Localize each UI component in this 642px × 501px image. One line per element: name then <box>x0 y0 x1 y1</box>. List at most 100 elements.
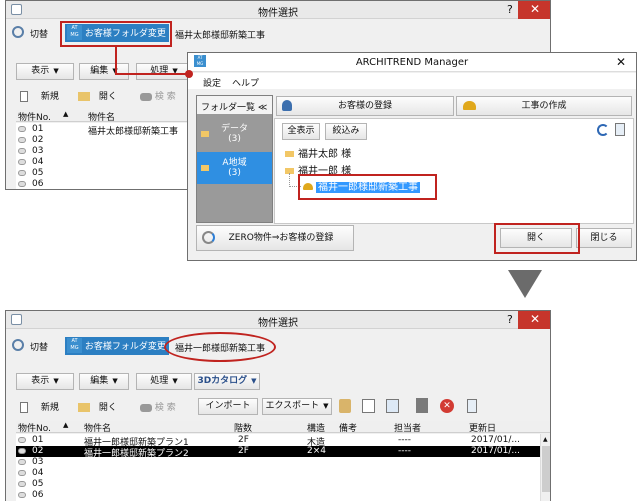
property-icon <box>18 148 26 154</box>
connector-dot <box>185 70 193 78</box>
folder-list-header[interactable]: フォルダ一覧 ≪ <box>197 96 272 114</box>
open-folder-icon <box>78 403 90 412</box>
compare-icon[interactable] <box>386 399 399 413</box>
folder-item-data[interactable]: データ (3) <box>197 118 272 150</box>
create-project-button[interactable]: 工事の作成 <box>456 96 632 116</box>
add-person-icon <box>282 100 292 111</box>
header-name[interactable]: 物件名 <box>88 110 115 123</box>
scrollbar-thumb[interactable] <box>542 446 550 492</box>
menu-view[interactable]: 表示 ▼ <box>16 373 74 390</box>
connector-line <box>115 73 187 75</box>
menu-edit-label: 編集 <box>90 66 109 76</box>
table-row[interactable]: 05 <box>16 479 540 490</box>
close-button[interactable]: ✕ <box>518 1 550 19</box>
header-no[interactable]: 物件No. <box>18 110 51 123</box>
open-folder-icon <box>78 92 90 101</box>
cell-no: 03 <box>32 457 44 467</box>
title-bar: 物件選択 ? ✕ <box>6 311 550 329</box>
customer-tree-panel: 全表示 絞込み 福井太郎 様 福井一郎 様 福井一郎様邸新築工事 <box>274 118 634 224</box>
close-dialog-button[interactable]: 閉じる <box>576 228 632 248</box>
property-icon <box>18 470 26 476</box>
table-row[interactable]: 03 <box>16 457 540 468</box>
cell-updated: 2017/01/... <box>471 435 521 445</box>
property-icon <box>18 137 26 143</box>
table-row[interactable]: 06 <box>16 490 540 501</box>
folder-item-region[interactable]: A地域 (3) <box>197 152 272 184</box>
scroll-up-icon[interactable]: ▲ <box>543 436 548 443</box>
clipboard-icon[interactable] <box>416 398 428 413</box>
tool-open-label: 開く <box>98 92 117 102</box>
cell-no: 05 <box>32 168 44 178</box>
property-icon <box>18 481 26 487</box>
tree-customer-1[interactable]: 福井太郎 様 <box>285 145 351 160</box>
header-structure[interactable]: 構造 <box>307 421 325 434</box>
tool-new[interactable]: 新規 <box>20 400 59 413</box>
table-row[interactable]: 04 <box>16 468 540 479</box>
cell-no: 02 <box>32 446 44 456</box>
menu-view-label: 表示 <box>31 66 50 76</box>
tool-new[interactable]: 新規 <box>20 89 59 102</box>
register-customer-button[interactable]: お客様の登録 <box>276 96 454 116</box>
filter-button[interactable]: 絞込み <box>325 123 367 140</box>
header-person[interactable]: 担当者 <box>394 421 421 434</box>
project-name: 福井太郎様邸新築工事 <box>175 31 266 41</box>
tool-new-label: 新規 <box>40 403 59 413</box>
tool-search[interactable]: 検 索 <box>140 89 176 102</box>
menu-process[interactable]: 処理 ▼ <box>136 63 192 80</box>
menu-catalog-label: 3Dカタログ <box>197 376 248 386</box>
switch-icon[interactable] <box>12 26 24 38</box>
menu-help[interactable]: ヘルプ <box>232 76 259 89</box>
switch-label[interactable]: 切替 <box>30 27 48 40</box>
header-name[interactable]: 物件名 <box>84 421 111 434</box>
folder-icon <box>201 165 209 171</box>
cell-no: 03 <box>32 146 44 156</box>
property-list: 01 福井一郎様邸新築プラン1 2F 木造 ---- 2017/01/... 02 福井一郎様… <box>16 434 540 501</box>
show-all-button[interactable]: 全表示 <box>282 123 320 140</box>
tool-search-label: 検 索 <box>154 403 176 413</box>
close-button[interactable]: ✕ <box>518 311 550 329</box>
properties-tool-icon[interactable] <box>339 399 351 413</box>
switch-icon[interactable] <box>12 339 24 351</box>
folder-icon <box>201 131 209 137</box>
help-button[interactable]: ? <box>507 313 513 326</box>
cell-no: 06 <box>32 179 44 189</box>
import-button[interactable]: インポート <box>198 398 258 415</box>
vertical-scrollbar[interactable]: ▲ <box>540 434 550 501</box>
tool-search[interactable]: 検 索 <box>140 400 176 413</box>
manager-close-button[interactable]: ✕ <box>616 55 626 69</box>
header-note[interactable]: 備考 <box>339 421 357 434</box>
menu-view[interactable]: 表示 ▼ <box>16 63 74 80</box>
highlight-project <box>298 174 437 200</box>
tool-open[interactable]: 開く <box>78 400 117 413</box>
highlight-folder-change <box>60 21 172 47</box>
recycle-bin-icon[interactable] <box>615 123 625 136</box>
folder-change-button[interactable]: AT MG お客様フォルダ変更 <box>65 337 169 355</box>
refresh-icon[interactable] <box>597 124 609 136</box>
menu-3d-catalog[interactable]: 3Dカタログ ▼ <box>194 373 260 390</box>
menu-settings[interactable]: 設定 <box>203 76 221 89</box>
header-no[interactable]: 物件No. <box>18 421 51 434</box>
switch-label[interactable]: 切替 <box>30 340 48 353</box>
header-floors[interactable]: 階数 <box>234 421 252 434</box>
delete-icon[interactable]: ✕ <box>440 399 454 413</box>
chevron-down-icon: ▼ <box>112 377 118 385</box>
tool-open[interactable]: 開く <box>78 89 117 102</box>
recycle-bin-icon[interactable] <box>467 399 477 413</box>
window-title: 物件選択 <box>258 8 298 19</box>
copy-icon[interactable] <box>362 399 375 413</box>
menu-edit[interactable]: 編集▼ <box>79 63 129 80</box>
header-updated[interactable]: 更新日 <box>469 421 496 434</box>
cell-floors: 2F <box>238 435 249 445</box>
export-button[interactable]: エクスポート ▼ <box>262 398 332 415</box>
cell-updated: 2017/01/... <box>471 446 521 456</box>
table-row[interactable]: 01 福井一郎様邸新築プラン1 2F 木造 ---- 2017/01/... <box>16 435 540 448</box>
tool-search-label: 検 索 <box>154 92 176 102</box>
menu-edit[interactable]: 編集▼ <box>79 373 129 390</box>
title-bar: 物件選択 ? ✕ <box>6 1 550 19</box>
menu-process[interactable]: 処理 ▼ <box>136 373 192 390</box>
tool-open-label: 開く <box>98 403 117 413</box>
add-helmet-icon <box>463 101 476 110</box>
table-row[interactable]: 02 福井一郎様邸新築プラン2 2F 2×4 ---- 2017/01/... <box>16 446 540 459</box>
zero-register-button[interactable]: ZERO物件⇒お客様の登録 <box>196 225 354 251</box>
help-button[interactable]: ? <box>507 3 513 16</box>
